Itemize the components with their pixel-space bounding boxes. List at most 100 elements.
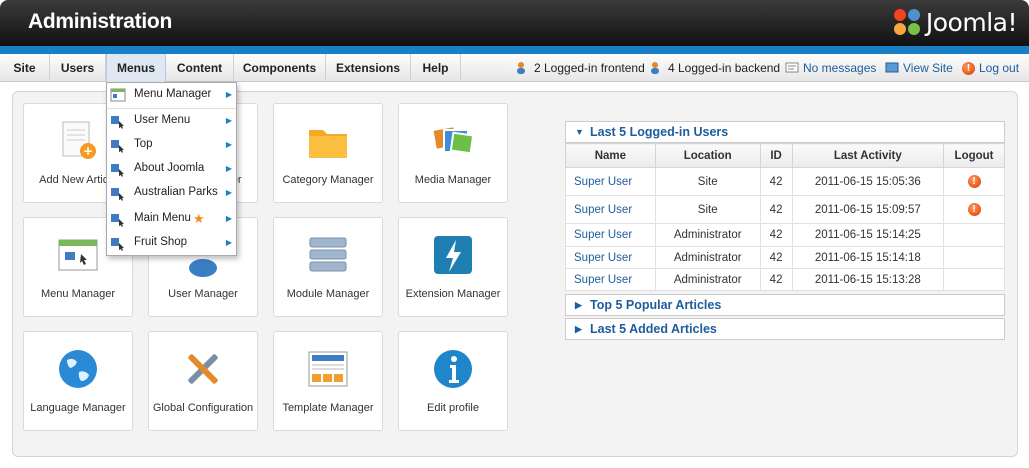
user-name-link[interactable]: Super User	[565, 268, 656, 291]
menu-components[interactable]: Components	[234, 54, 326, 82]
module-icon	[309, 237, 347, 272]
column-header-location: Location	[654, 143, 761, 168]
user-id: 42	[759, 195, 793, 224]
user-id: 42	[759, 223, 793, 247]
submenu-arrow-icon: ▶	[225, 164, 232, 173]
submenu-arrow-icon: ▶	[225, 90, 232, 99]
logout-link[interactable]: ! Log out	[962, 54, 1019, 82]
menu-icon	[111, 140, 124, 153]
tile-module-manager[interactable]: Module Manager	[273, 217, 383, 317]
folder-icon	[309, 130, 347, 158]
menu-icon	[111, 116, 124, 129]
logo-text: Joomla!	[925, 7, 1018, 37]
dropdown-item-fruit-shop[interactable]: Fruit Shop ▶	[107, 231, 236, 254]
logged-in-users-table: Name Location ID Last Activity Logout Su…	[565, 143, 1005, 291]
user-name-link[interactable]: Super User	[565, 195, 656, 224]
popular-articles-header[interactable]: ▶ Top 5 Popular Articles	[565, 294, 1005, 316]
logout-user-icon[interactable]: !	[967, 175, 981, 188]
dropdown-item-australian-parks[interactable]: Australian Parks ▶	[107, 181, 236, 204]
user-id: 42	[759, 167, 793, 196]
user-name-link[interactable]: Super User	[565, 167, 656, 196]
user-id: 42	[759, 246, 793, 269]
main-menubar: Site Users Menus Content Components Exte…	[0, 54, 1029, 82]
user-last-activity: 2011-06-15 15:13:28	[791, 268, 945, 291]
user-location: Site	[654, 195, 761, 224]
tile-category-manager[interactable]: Category Manager	[273, 103, 383, 203]
menu-site[interactable]: Site	[0, 54, 50, 82]
logout-icon: !	[962, 61, 975, 75]
add-article-icon: +	[62, 121, 96, 159]
admin-header: Administration Joomla!	[0, 0, 1029, 46]
submenu-arrow-icon: ▶	[225, 116, 232, 125]
menu-content[interactable]: Content	[166, 54, 234, 82]
submenu-arrow-icon: ▶	[225, 214, 232, 223]
user-last-activity: 2011-06-15 15:09:57	[791, 195, 945, 224]
joomla-logo-icon	[893, 9, 920, 35]
submenu-arrow-icon: ▶	[225, 188, 232, 197]
menu-help[interactable]: Help	[411, 54, 461, 82]
table-row: Super User Administrator 42 2011-06-15 1…	[565, 246, 1005, 269]
user-location: Administrator	[654, 246, 761, 269]
messages-link[interactable]: No messages	[785, 54, 876, 82]
tile-media-manager[interactable]: Media Manager	[398, 103, 508, 203]
users-icon	[651, 62, 659, 74]
tile-global-configuration[interactable]: Global Configuration	[148, 331, 258, 431]
logout-cell	[943, 223, 1005, 247]
svg-text:+: +	[83, 144, 93, 158]
table-row: Super User Site 42 2011-06-15 15:05:36 !	[565, 167, 1005, 196]
frontend-users-status: 2 Logged-in frontend	[516, 54, 645, 82]
logout-user-icon[interactable]: !	[967, 203, 981, 216]
column-header-last-activity: Last Activity	[791, 143, 945, 168]
user-name-link[interactable]: Super User	[565, 223, 656, 247]
menu-icon	[111, 164, 124, 177]
user-location: Site	[654, 167, 761, 196]
collapsed-arrow-icon: ▶	[575, 300, 582, 310]
menu-users[interactable]: Users	[50, 54, 106, 82]
menu-menus[interactable]: Menus	[106, 54, 166, 82]
menu-icon	[111, 238, 124, 251]
user-last-activity: 2011-06-15 15:14:18	[791, 246, 945, 269]
user-id: 42	[759, 268, 793, 291]
menu-manager-icon	[58, 239, 98, 271]
media-icon	[431, 125, 475, 155]
users-icon	[517, 62, 525, 74]
dropdown-item-menu-manager[interactable]: Menu Manager ▶	[107, 83, 236, 106]
logout-cell	[943, 246, 1005, 269]
menu-icon	[111, 214, 124, 227]
logout-cell: !	[943, 167, 1005, 196]
logged-in-users-header[interactable]: ▼ Last 5 Logged-in Users	[565, 121, 1005, 143]
dropdown-item-about-joomla[interactable]: About Joomla ▶	[107, 157, 236, 180]
monitor-icon	[885, 62, 899, 73]
user-last-activity: 2011-06-15 15:14:25	[791, 223, 945, 247]
tile-template-manager[interactable]: Template Manager	[273, 331, 383, 431]
tile-extension-manager[interactable]: Extension Manager	[398, 217, 508, 317]
added-articles-header[interactable]: ▶ Last 5 Added Articles	[565, 318, 1005, 340]
page-title: Administration	[28, 10, 172, 33]
user-location: Administrator	[654, 268, 761, 291]
menus-dropdown: Menu Manager ▶ User Menu ▶ Top ▶ About J…	[106, 82, 237, 256]
joomla-logo[interactable]: Joomla!	[892, 7, 1018, 37]
column-header-id: ID	[759, 143, 793, 168]
column-header-logout: Logout	[943, 143, 1005, 168]
menu-icon	[111, 188, 124, 201]
dropdown-item-main-menu[interactable]: Main Menu ★ ▶	[107, 207, 236, 230]
message-icon	[785, 62, 799, 73]
column-header-name: Name	[565, 143, 656, 168]
template-icon	[308, 351, 348, 387]
default-star-icon: ★	[193, 211, 205, 226]
user-name-link[interactable]: Super User	[565, 246, 656, 269]
table-row: Super User Administrator 42 2011-06-15 1…	[565, 223, 1005, 247]
tile-language-manager[interactable]: Language Manager	[23, 331, 133, 431]
table-row: Super User Administrator 42 2011-06-15 1…	[565, 268, 1005, 291]
dropdown-item-top[interactable]: Top ▶	[107, 133, 236, 156]
logout-cell	[943, 268, 1005, 291]
header-accent-band	[0, 46, 1029, 54]
dropdown-item-user-menu[interactable]: User Menu ▶	[107, 109, 236, 132]
collapsed-arrow-icon: ▶	[575, 324, 582, 334]
backend-users-status: 4 Logged-in backend	[650, 54, 780, 82]
submenu-arrow-icon: ▶	[225, 140, 232, 149]
view-site-link[interactable]: View Site	[885, 54, 953, 82]
menu-extensions[interactable]: Extensions	[326, 54, 411, 82]
tile-edit-profile[interactable]: Edit profile	[398, 331, 508, 431]
logout-cell: !	[943, 195, 1005, 224]
